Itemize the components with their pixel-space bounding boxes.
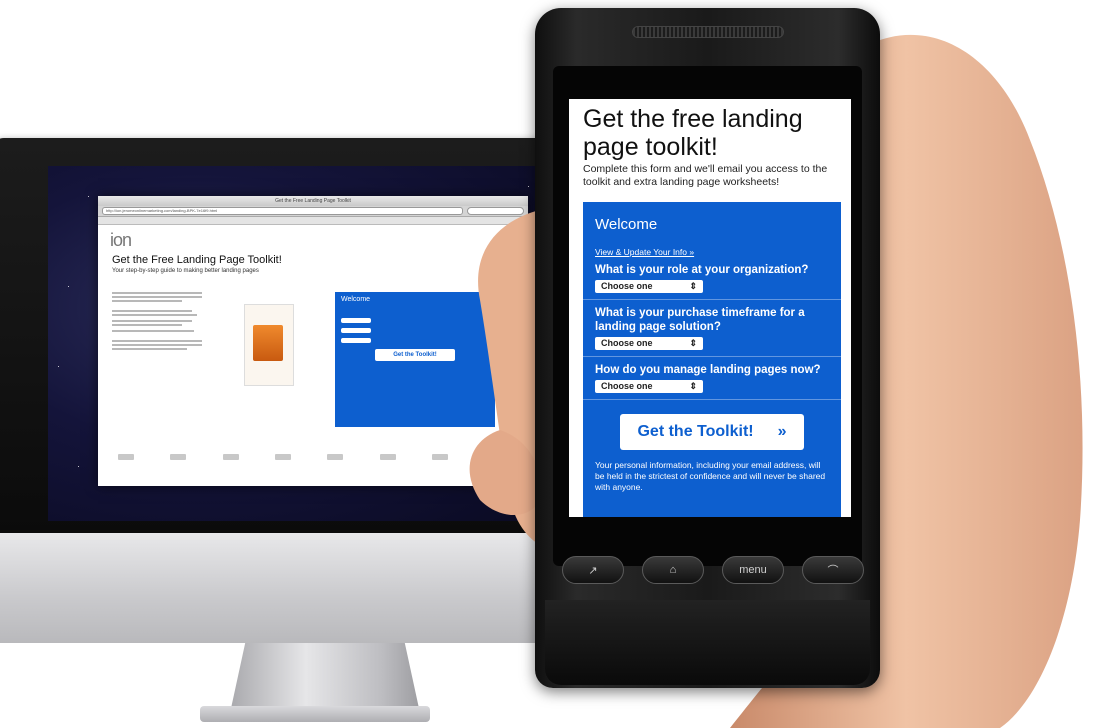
end-call-button[interactable]: ⌒ — [802, 556, 864, 584]
end-call-icon: ⌒ — [827, 565, 839, 577]
form-divider — [583, 356, 841, 357]
desktop-form-select[interactable] — [341, 338, 371, 343]
question-manage-label: How do you manage landing pages now? — [595, 364, 821, 376]
browser-url-bar[interactable]: http://ion.jeromeonlinemarketing.com/lan… — [102, 207, 463, 215]
monitor-foot — [200, 706, 430, 722]
desktop-text-line — [112, 310, 192, 312]
desktop-text-line — [112, 340, 202, 342]
desktop-form-select[interactable] — [341, 318, 371, 323]
question-timeframe-label: What is your purchase timeframe for a la… — [595, 307, 805, 333]
desktop-text-line — [112, 320, 192, 322]
form-divider — [583, 299, 841, 300]
select-value: Choose one — [601, 338, 653, 348]
signup-form: Welcome View & Update Your Info » What i… — [583, 202, 841, 517]
partner-logo — [118, 454, 134, 460]
desktop-form-select[interactable] — [341, 328, 371, 333]
desktop-text-line — [112, 300, 182, 302]
monitor-stand — [230, 643, 420, 713]
form-welcome-heading: Welcome — [595, 216, 658, 233]
home-icon: ⌂ — [669, 564, 677, 576]
partner-logo — [327, 454, 344, 460]
select-arrows-icon: ⇕ — [689, 338, 697, 348]
desktop-text-line — [112, 330, 194, 332]
privacy-notice: Your personal information, including you… — [595, 460, 826, 492]
desktop-logo: ion — [110, 230, 132, 250]
double-chevron-right-icon: » — [777, 423, 787, 440]
select-arrows-icon: ⇕ — [689, 281, 697, 291]
menu-button[interactable]: menu — [722, 556, 784, 584]
call-button[interactable]: ↗ — [562, 556, 624, 584]
submit-label: Get the Toolkit! — [637, 423, 754, 440]
page-title: Get the free landing page toolkit! — [583, 105, 803, 161]
get-toolkit-button[interactable]: Get the Toolkit! » — [620, 414, 804, 450]
timeframe-select[interactable]: Choose one ⇕ — [595, 337, 703, 350]
role-select[interactable]: Choose one ⇕ — [595, 280, 703, 293]
select-value: Choose one — [601, 381, 653, 391]
page-description: Complete this form and we'll email you a… — [583, 163, 828, 188]
toolkit-case-image — [253, 325, 283, 361]
select-arrows-icon: ⇕ — [689, 381, 697, 391]
partner-logo — [274, 454, 291, 460]
desktop-text-line — [112, 344, 202, 346]
select-value: Choose one — [601, 281, 653, 291]
desktop-text-line — [112, 314, 197, 316]
phone-call-icon: ↗ — [588, 564, 598, 577]
form-divider — [583, 399, 841, 400]
menu-button-label: menu — [739, 564, 767, 576]
partner-logo — [222, 454, 239, 460]
desktop-text-line — [112, 292, 202, 294]
desktop-toolkit-book-image — [244, 304, 294, 386]
desktop-partner-logos — [118, 454, 448, 464]
phone-screen: Get the free landing page toolkit! Compl… — [569, 99, 851, 517]
home-button[interactable]: ⌂ — [642, 556, 704, 584]
desktop-text-line — [112, 296, 202, 298]
desktop-page-subtitle: Your step-by-step guide to making better… — [112, 268, 259, 274]
desktop-text-line — [112, 348, 187, 350]
partner-logo — [379, 454, 396, 460]
desktop-page-title: Get the Free Landing Page Toolkit! — [112, 254, 282, 266]
partner-logo — [170, 454, 187, 460]
view-update-info-link[interactable]: View & Update Your Info » — [595, 247, 829, 257]
phone-chin — [545, 600, 870, 685]
manage-select[interactable]: Choose one ⇕ — [595, 380, 703, 393]
desktop-text-line — [112, 324, 182, 326]
phone-speaker — [632, 26, 784, 38]
question-role-label: What is your role at your organization? — [595, 264, 809, 276]
